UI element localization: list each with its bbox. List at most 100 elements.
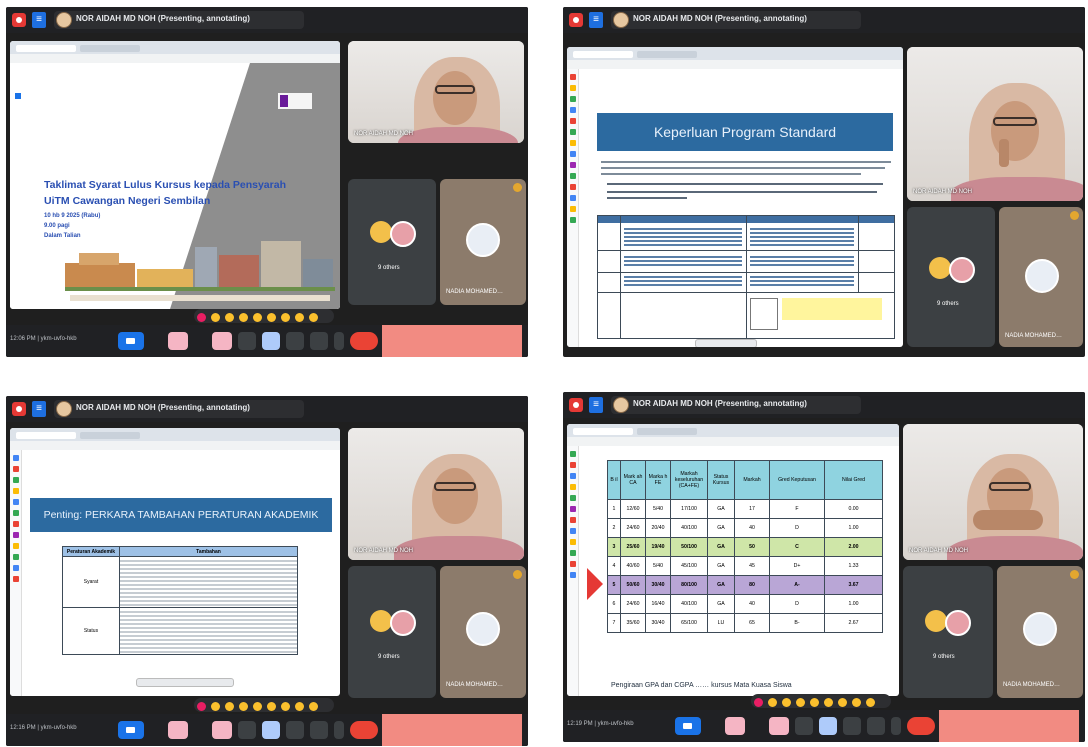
emoji-icon[interactable] xyxy=(239,702,248,711)
emoji-icon[interactable] xyxy=(253,702,262,711)
present-button[interactable] xyxy=(262,332,280,350)
stop-icon[interactable] xyxy=(12,402,26,416)
raise-hand-button[interactable] xyxy=(310,721,328,739)
emoji-icon[interactable] xyxy=(782,698,791,707)
more-options-button[interactable] xyxy=(891,717,901,735)
logo-strip xyxy=(70,295,330,301)
annotate-tool-icon[interactable] xyxy=(15,93,21,99)
participant-tile[interactable]: NADIA MOHAMED… xyxy=(440,566,526,698)
emoji-icon[interactable] xyxy=(754,698,763,707)
present-button[interactable] xyxy=(819,717,837,735)
presenter-video[interactable]: NOR AIDAH MD NOH xyxy=(907,47,1083,201)
table-cell: 25/60 xyxy=(620,537,646,557)
emoji-icon[interactable] xyxy=(197,313,206,322)
side-panel-buttons[interactable] xyxy=(382,325,522,357)
captions-toggle-button[interactable] xyxy=(238,721,256,739)
mic-off-icon xyxy=(1070,211,1079,220)
emoji-icon[interactable] xyxy=(267,313,276,322)
others-tile[interactable]: 9 others xyxy=(903,566,993,698)
emoji-icon[interactable] xyxy=(295,313,304,322)
others-tile[interactable]: 9 others xyxy=(907,207,995,347)
mic-button[interactable] xyxy=(168,332,188,350)
captions-button[interactable] xyxy=(675,717,701,735)
camera-button[interactable] xyxy=(769,717,789,735)
app-icon[interactable]: ≡ xyxy=(32,401,46,417)
emoji-icon[interactable] xyxy=(309,702,318,711)
emoji-icon[interactable] xyxy=(211,702,220,711)
presenter-name-tag: NOR AIDAH MD NOH xyxy=(354,131,414,137)
emoji-icon[interactable] xyxy=(239,313,248,322)
participant-tile[interactable]: NADIA MOHAMED… xyxy=(997,566,1083,698)
raise-hand-button[interactable] xyxy=(310,332,328,350)
side-panel-buttons[interactable] xyxy=(939,710,1079,742)
leave-call-button[interactable] xyxy=(350,721,378,739)
emoji-icon[interactable] xyxy=(225,702,234,711)
mic-button[interactable] xyxy=(725,717,745,735)
reactions-button[interactable] xyxy=(286,721,304,739)
captions-toggle-button[interactable] xyxy=(238,332,256,350)
participant-tile[interactable]: NADIA MOHAMED… xyxy=(999,207,1083,347)
stop-icon[interactable] xyxy=(12,13,26,27)
others-tile[interactable]: 9 others xyxy=(348,179,436,305)
reactions-bar[interactable] xyxy=(751,694,891,708)
app-icon[interactable]: ≡ xyxy=(589,397,603,413)
leave-call-button[interactable] xyxy=(907,717,935,735)
raise-hand-button[interactable] xyxy=(867,717,885,735)
captions-button[interactable] xyxy=(118,332,144,350)
share-notice[interactable] xyxy=(695,339,757,347)
table-row: 7 35/60 30/40 65/100 LU 65 B- 2.67 xyxy=(607,613,883,633)
share-notice[interactable] xyxy=(136,678,234,687)
table-cell: 0.00 xyxy=(824,499,883,519)
emoji-icon[interactable] xyxy=(281,313,290,322)
reactions-button[interactable] xyxy=(286,332,304,350)
reactions-bar[interactable] xyxy=(194,698,334,712)
clock-time: 12:19 PM xyxy=(567,721,593,727)
app-icon[interactable]: ≡ xyxy=(32,12,46,28)
avatar xyxy=(929,257,951,279)
more-options-button[interactable] xyxy=(334,721,344,739)
table-header: Mark ah CA xyxy=(620,460,646,500)
more-options-button[interactable] xyxy=(334,332,344,350)
leave-call-button[interactable] xyxy=(350,332,378,350)
slide-title-line2: UiTM Cawangan Negeri Sembilan xyxy=(44,195,211,207)
table-cell: GA xyxy=(707,594,735,614)
present-button[interactable] xyxy=(262,721,280,739)
presenter-video[interactable]: NOR AIDAH MD NOH xyxy=(903,424,1083,560)
app-sidebar xyxy=(567,69,579,347)
emoji-icon[interactable] xyxy=(768,698,777,707)
reactions-button[interactable] xyxy=(843,717,861,735)
emoji-icon[interactable] xyxy=(309,313,318,322)
emoji-icon[interactable] xyxy=(824,698,833,707)
emoji-icon[interactable] xyxy=(295,702,304,711)
presenter-video[interactable]: NOR AIDAH MD NOH xyxy=(348,428,524,560)
emoji-icon[interactable] xyxy=(225,313,234,322)
emoji-icon[interactable] xyxy=(838,698,847,707)
table-cell: 4 xyxy=(607,556,621,576)
emoji-icon[interactable] xyxy=(810,698,819,707)
participant-tile[interactable]: NADIA MOHAMED… xyxy=(440,179,526,305)
meeting-code: ykm-uvfo-hkb xyxy=(40,336,77,342)
mic-button[interactable] xyxy=(168,721,188,739)
side-panel-buttons[interactable] xyxy=(382,714,522,746)
emoji-icon[interactable] xyxy=(267,702,276,711)
captions-button[interactable] xyxy=(118,721,144,739)
others-tile[interactable]: 9 others xyxy=(348,566,436,698)
captions-toggle-button[interactable] xyxy=(795,717,813,735)
emoji-icon[interactable] xyxy=(253,313,262,322)
emoji-icon[interactable] xyxy=(281,702,290,711)
presenter-video[interactable]: NOR AIDAH MD NOH xyxy=(348,41,524,143)
avatar xyxy=(925,610,947,632)
participant-name: NADIA MOHAMED… xyxy=(1003,682,1061,688)
emoji-icon[interactable] xyxy=(197,702,206,711)
emoji-icon[interactable] xyxy=(852,698,861,707)
stop-icon[interactable] xyxy=(569,13,583,27)
reactions-bar[interactable] xyxy=(194,309,334,323)
emoji-icon[interactable] xyxy=(796,698,805,707)
stop-icon[interactable] xyxy=(569,398,583,412)
emoji-icon[interactable] xyxy=(211,313,220,322)
emoji-icon[interactable] xyxy=(866,698,875,707)
table-cell: LU xyxy=(707,613,735,633)
camera-button[interactable] xyxy=(212,721,232,739)
camera-button[interactable] xyxy=(212,332,232,350)
app-icon[interactable]: ≡ xyxy=(589,12,603,28)
